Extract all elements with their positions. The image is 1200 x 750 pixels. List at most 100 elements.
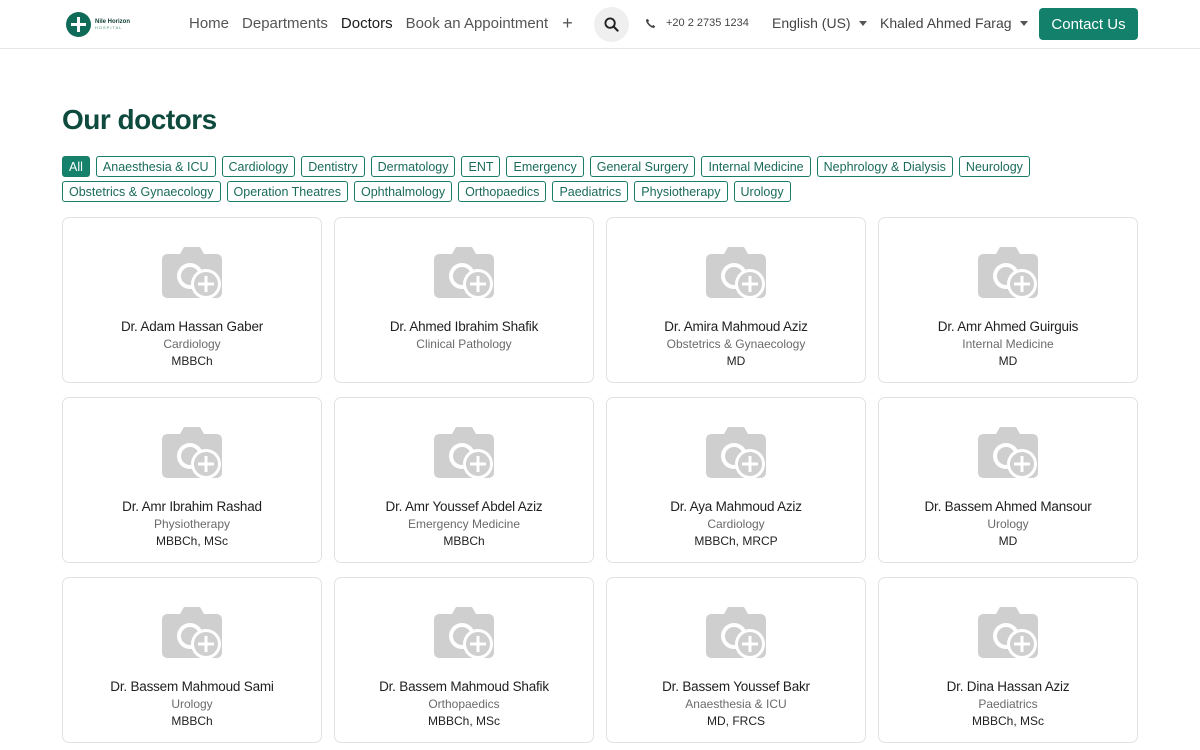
camera-add-icon — [704, 424, 768, 482]
doctor-degree: MBBCh, MSc — [427, 714, 500, 728]
doctor-card[interactable]: Dr. Bassem Mahmoud Shafik Orthopaedics MBB… — [334, 577, 594, 743]
filter-chip-obstetrics-and-gynaecology[interactable]: Obstetrics & Gynaecology — [62, 181, 221, 202]
doctor-degree: MBBCh, MSc — [971, 714, 1044, 728]
doctor-name: Dr. Amira Mahmoud Aziz — [664, 319, 808, 334]
doctor-name: Dr. Aya Mahmoud Aziz — [670, 499, 802, 514]
doctor-degree: MBBCh — [171, 714, 213, 728]
doctor-card[interactable]: Dr. Bassem Ahmed Mansour Urology MD — [878, 397, 1138, 563]
doctor-card[interactable]: Dr. Dina Hassan Aziz Paediatrics MBBCh, MS… — [878, 577, 1138, 743]
doctor-department: Obstetrics & Gynaecology — [666, 337, 806, 351]
logo-cross-icon — [66, 12, 91, 37]
camera-add-icon — [432, 604, 496, 662]
filter-row: Obstetrics & Gynaecology Operation Theatr… — [62, 181, 1062, 202]
doctor-card[interactable]: Dr. Aya Mahmoud Aziz Cardiology MBBCh, MRC… — [606, 397, 866, 563]
camera-add-icon — [976, 604, 1040, 662]
nav-doctors[interactable]: Doctors — [341, 15, 393, 32]
filter-chip-neurology[interactable]: Neurology — [958, 156, 1030, 177]
doctor-department: Internal Medicine — [962, 337, 1054, 351]
chevron-down-icon — [858, 20, 867, 26]
doctor-card[interactable]: Dr. Amira Mahmoud Aziz Obstetrics & Gynae… — [606, 217, 866, 383]
phone-number: +20 2 2735 1234 — [666, 17, 749, 29]
doctor-name: Dr. Adam Hassan Gaber — [120, 319, 264, 334]
doctor-card[interactable]: Dr. Bassem Mahmoud Sami Urology MBBCh — [62, 577, 322, 743]
hospital-logo[interactable]: Nile Horizon HOSPITAL — [66, 11, 146, 38]
filter-chip-ent[interactable]: ENT — [461, 156, 501, 177]
doctor-department: Urology — [987, 517, 1029, 531]
filter-row: All Anaesthesia & ICU Cardiology Dentistry D… — [62, 156, 1062, 177]
doctor-degree: MD — [998, 354, 1018, 368]
doctor-department: Orthopaedics — [428, 697, 500, 711]
main-nav: Home Departments Doctors Book an Appoint… — [189, 14, 573, 32]
nav-book-appointment[interactable]: Book an Appointment — [406, 15, 549, 32]
doctor-degree: MD — [726, 354, 746, 368]
filter-chip-dermatology[interactable]: Dermatology — [370, 156, 456, 177]
language-label: English (US) — [772, 15, 851, 31]
filter-chip-emergency[interactable]: Emergency — [506, 156, 584, 177]
doctor-department: Cardiology — [163, 337, 221, 351]
doctor-card[interactable]: Dr. Amr Ahmed Guirguis Internal Medicine M… — [878, 217, 1138, 383]
site-header: Nile Horizon HOSPITAL Home Departments D… — [0, 0, 1200, 49]
filter-chip-general-surgery[interactable]: General Surgery — [589, 156, 696, 177]
camera-add-icon — [976, 244, 1040, 302]
doctor-department: Physiotherapy — [153, 517, 231, 531]
doctor-name: Dr. Bassem Youssef Bakr — [662, 679, 810, 694]
camera-add-icon — [160, 244, 224, 302]
logo-subtitle: HOSPITAL — [95, 25, 123, 30]
contact-us-button[interactable]: Contact Us — [1039, 8, 1138, 40]
filter-chip-all[interactable]: All — [62, 156, 90, 177]
doctor-degree: MBBCh — [443, 534, 485, 548]
doctor-department: Cardiology — [707, 517, 765, 531]
doctor-name: Dr. Amr Ibrahim Rashad — [122, 499, 262, 514]
nav-home[interactable]: Home — [189, 15, 229, 32]
chevron-down-icon — [1019, 20, 1028, 26]
doctor-name: Dr. Bassem Mahmoud Sami — [110, 679, 274, 694]
doctor-department: Emergency Medicine — [407, 517, 521, 531]
filter-chip-paediatrics[interactable]: Paediatrics — [552, 181, 629, 202]
doctor-degree: MBBCh, MSc — [155, 534, 228, 548]
filter-chip-cardiology[interactable]: Cardiology — [221, 156, 296, 177]
phone-icon — [645, 18, 656, 28]
page-title: Our doctors — [62, 104, 217, 135]
filter-chip-nephrology-and-dialysis[interactable]: Nephrology & Dialysis — [816, 156, 953, 177]
doctor-card[interactable]: Dr. Amr Youssef Abdel Aziz Emergency Medi… — [334, 397, 594, 563]
filter-chip-urology[interactable]: Urology — [733, 181, 791, 202]
doctor-department: Clinical Pathology — [416, 337, 512, 351]
camera-add-icon — [432, 424, 496, 482]
plus-icon[interactable]: + — [562, 14, 573, 32]
doctor-department: Paediatrics — [978, 697, 1038, 711]
filter-chip-physiotherapy[interactable]: Physiotherapy — [634, 181, 728, 202]
doctor-card[interactable]: Dr. Ahmed Ibrahim Shafik Clinical Patholo… — [334, 217, 594, 383]
filter-chip-dentistry[interactable]: Dentistry — [301, 156, 365, 177]
doctor-degree: MBBCh, MRCP — [694, 534, 778, 548]
doctor-name: Dr. Amr Youssef Abdel Aziz — [385, 499, 543, 514]
doctor-department: Urology — [171, 697, 213, 711]
doctor-card[interactable]: Dr. Adam Hassan Gaber Cardiology MBBCh — [62, 217, 322, 383]
filter-chip-anaesthesia-and-icu[interactable]: Anaesthesia & ICU — [95, 156, 216, 177]
doctor-name: Dr. Dina Hassan Aziz — [946, 679, 1070, 694]
doctor-name: Dr. Bassem Ahmed Mansour — [924, 499, 1092, 514]
filter-chip-operation-theatres[interactable]: Operation Theatres — [226, 181, 348, 202]
phone-contact[interactable]: +20 2 2735 1234 — [645, 17, 749, 29]
filter-chip-orthopaedics[interactable]: Orthopaedics — [458, 181, 547, 202]
camera-add-icon — [432, 244, 496, 302]
filter-chip-internal-medicine[interactable]: Internal Medicine — [701, 156, 811, 177]
user-dropdown[interactable]: Khaled Ahmed Farag — [880, 15, 1028, 31]
department-filters: All Anaesthesia & ICU Cardiology Dentistry D… — [62, 156, 1062, 206]
filter-chip-ophthalmology[interactable]: Ophthalmology — [354, 181, 453, 202]
camera-add-icon — [976, 424, 1040, 482]
doctor-card[interactable]: Dr. Amr Ibrahim Rashad Physiotherapy MBBCh… — [62, 397, 322, 563]
camera-add-icon — [160, 424, 224, 482]
nav-departments[interactable]: Departments — [242, 15, 328, 32]
user-name: Khaled Ahmed Farag — [880, 15, 1012, 31]
camera-add-icon — [160, 604, 224, 662]
search-button[interactable] — [594, 7, 629, 42]
doctor-degree: MD, FRCS — [707, 714, 765, 728]
doctor-name: Dr. Amr Ahmed Guirguis — [937, 319, 1079, 334]
language-dropdown[interactable]: English (US) — [772, 15, 867, 31]
doctor-card[interactable]: Dr. Bassem Youssef Bakr Anaesthesia & ICU… — [606, 577, 866, 743]
doctor-department: Anaesthesia & ICU — [685, 697, 787, 711]
camera-add-icon — [704, 604, 768, 662]
doctor-degree: MD — [998, 534, 1018, 548]
doctor-name: Dr. Ahmed Ibrahim Shafik — [389, 319, 539, 334]
doctor-degree: MBBCh — [171, 354, 213, 368]
